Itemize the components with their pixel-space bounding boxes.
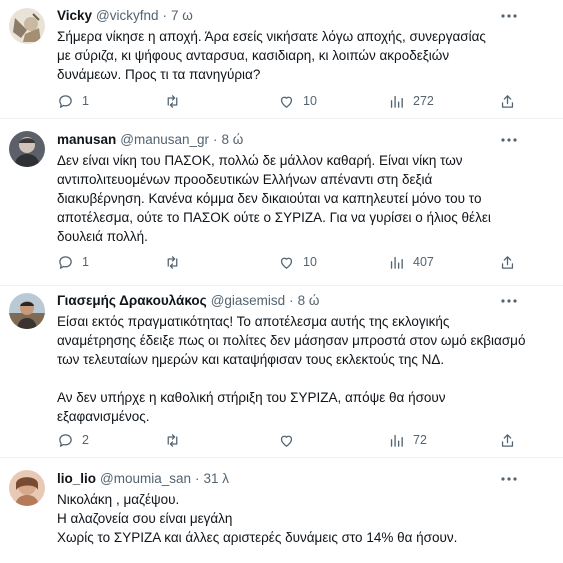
tweet-header: manusan @manusan_gr · 8 ώ xyxy=(57,132,243,147)
reply-icon xyxy=(59,433,72,447)
separator-dot: · xyxy=(162,8,168,23)
tweet-actions: 1 10 407 xyxy=(57,252,527,272)
separator-dot: · xyxy=(289,293,294,308)
reply-count: 1 xyxy=(82,255,89,269)
avatar[interactable] xyxy=(9,8,45,44)
tweet[interactable]: manusan @manusan_gr · 8 ώ Δεν είναι νίκη… xyxy=(0,118,563,286)
view-count: 72 xyxy=(413,433,427,447)
tweet-header: lio_lio @moumia_san · 31 λ xyxy=(57,471,229,486)
avatar[interactable] xyxy=(9,470,45,506)
retweet-icon xyxy=(167,433,178,447)
tweet-text: Σήμερα νίκησε η αποχή. Άρα εσείς νικήσατ… xyxy=(57,29,486,82)
timestamp[interactable]: 7 ω xyxy=(171,8,193,23)
reply-count: 2 xyxy=(82,433,89,447)
tweet-text: Είσαι εκτός πραγματικότητας! Το αποτέλεσ… xyxy=(57,314,526,424)
like-button[interactable]: 10 xyxy=(278,91,317,111)
tweet-actions: 1 10 272 xyxy=(57,91,527,111)
timestamp[interactable]: 31 λ xyxy=(204,471,230,486)
tweet-text: Δεν είναι νίκη του ΠΑΣΟΚ, πολλώ δε μάλλο… xyxy=(57,153,491,244)
reply-button[interactable]: 1 xyxy=(57,91,89,111)
display-name[interactable]: manusan xyxy=(57,132,116,147)
views-button[interactable]: 72 xyxy=(388,430,427,450)
tweet-header: Γιασεμής Δρακουλάκος @giasemisd · 8 ώ xyxy=(57,293,319,308)
like-button[interactable]: 10 xyxy=(278,252,317,272)
tweet-actions: 2 72 xyxy=(57,430,527,450)
timestamp[interactable]: 8 ώ xyxy=(298,293,320,308)
views-button[interactable]: 272 xyxy=(388,91,434,111)
retweet-button[interactable] xyxy=(164,430,189,450)
reply-button[interactable]: 2 xyxy=(57,430,89,450)
retweet-icon xyxy=(167,255,178,269)
reply-icon xyxy=(59,94,72,108)
display-name[interactable]: lio_lio xyxy=(57,471,96,486)
timestamp[interactable]: 8 ώ xyxy=(222,132,244,147)
views-icon xyxy=(390,256,403,269)
heart-icon xyxy=(280,435,293,447)
heart-icon xyxy=(280,96,293,108)
views-button[interactable]: 407 xyxy=(388,252,434,272)
retweet-icon xyxy=(167,94,178,108)
reply-count: 1 xyxy=(82,94,89,108)
like-button[interactable] xyxy=(278,430,303,450)
more-options-icon[interactable] xyxy=(499,8,519,24)
view-count: 272 xyxy=(413,94,434,108)
tweet-header: Vicky @vickyfnd · 7 ω xyxy=(57,8,193,23)
tweet[interactable]: Vicky @vickyfnd · 7 ω Σήμερα νίκησε η απ… xyxy=(0,0,563,119)
user-handle[interactable]: @vickyfnd xyxy=(96,8,158,23)
more-options-icon[interactable] xyxy=(499,132,519,148)
share-icon xyxy=(501,433,514,447)
retweet-button[interactable] xyxy=(164,91,189,111)
views-icon xyxy=(390,434,403,447)
share-button[interactable] xyxy=(499,430,516,450)
display-name[interactable]: Γιασεμής Δρακουλάκος xyxy=(57,293,207,308)
user-handle[interactable]: @moumia_san xyxy=(100,471,191,486)
share-icon xyxy=(501,94,514,108)
avatar[interactable] xyxy=(9,293,45,329)
retweet-button[interactable] xyxy=(164,252,189,272)
separator-dot: · xyxy=(195,471,200,486)
avatar[interactable] xyxy=(9,131,45,167)
tweet-text: Νικολάκη , μαζέψου. Η αλαζονεία σου είνα… xyxy=(57,492,458,545)
display-name[interactable]: Vicky xyxy=(57,8,92,23)
heart-icon xyxy=(280,257,293,269)
more-options-icon[interactable] xyxy=(499,471,519,487)
tweet[interactable]: lio_lio @moumia_san · 31 λ Νικολάκη , μα… xyxy=(0,457,563,563)
share-button[interactable] xyxy=(499,91,516,111)
like-count: 10 xyxy=(303,255,317,269)
share-button[interactable] xyxy=(499,252,516,272)
share-icon xyxy=(501,255,514,269)
tweet[interactable]: Γιασεμής Δρακουλάκος @giasemisd · 8 ώ Εί… xyxy=(0,285,563,458)
like-count: 10 xyxy=(303,94,317,108)
reply-icon xyxy=(59,255,72,269)
separator-dot: · xyxy=(213,132,218,147)
view-count: 407 xyxy=(413,255,434,269)
user-handle[interactable]: @manusan_gr xyxy=(120,132,209,147)
more-options-icon[interactable] xyxy=(499,293,519,309)
views-icon xyxy=(390,95,403,108)
user-handle[interactable]: @giasemisd xyxy=(211,293,285,308)
reply-button[interactable]: 1 xyxy=(57,252,89,272)
